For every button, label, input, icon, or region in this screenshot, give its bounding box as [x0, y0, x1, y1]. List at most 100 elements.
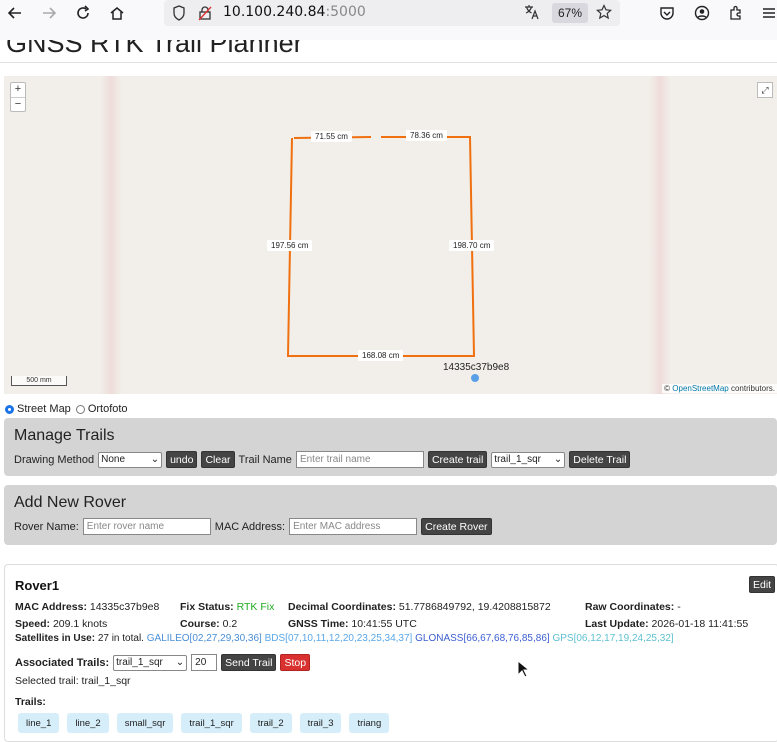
field-label: Speed:: [15, 618, 51, 630]
trail-polygon[interactable]: [4, 76, 777, 394]
chevron-down-icon: ⌄: [553, 454, 563, 465]
zoom-out-button[interactable]: −: [11, 98, 25, 112]
stop-button[interactable]: Stop: [280, 654, 311, 671]
speed-field: Speed: 209.1 knots: [15, 618, 107, 630]
trail-chip[interactable]: line_2: [67, 713, 109, 733]
galileo-satellites: GALILEO[02,27,29,30,36]: [146, 633, 262, 644]
translate-icon[interactable]: [524, 4, 540, 25]
edge-length-label: 197.56 cm: [267, 240, 313, 251]
edge-length-label: 71.55 cm: [311, 131, 352, 142]
trails-label-text: Trails:: [15, 696, 46, 708]
page-title-area: GNSS RTK Trail Planner: [0, 40, 777, 62]
mac-address-input[interactable]: Enter MAC address: [289, 518, 418, 535]
reload-icon[interactable]: [72, 2, 94, 24]
zoom-level-badge[interactable]: 67%: [552, 3, 589, 23]
mac-address-value: 14335c37b9e8: [89, 601, 160, 613]
forward-icon[interactable]: [38, 2, 60, 24]
ortofoto-label[interactable]: Ortofoto: [88, 403, 128, 415]
page-title: GNSS RTK Trail Planner: [6, 40, 303, 58]
chevron-down-icon: ⌄: [150, 454, 160, 465]
extensions-icon[interactable]: [725, 2, 747, 24]
rover-name-input[interactable]: Enter rover name: [82, 518, 211, 535]
last-update-field: Last Update: 2026-01-18 11:41:55: [585, 618, 748, 630]
menu-icon[interactable]: [758, 2, 777, 24]
map[interactable]: 71.55 cm 78.36 cm 197.56 cm 198.70 cm 16…: [4, 76, 777, 394]
fullscreen-button[interactable]: ⤢: [757, 82, 773, 98]
send-trail-button[interactable]: Send Trail: [221, 654, 277, 671]
trail-chip[interactable]: line_1: [18, 713, 60, 733]
ortofoto-radio[interactable]: [75, 404, 85, 414]
account-icon[interactable]: [691, 2, 713, 24]
rover-name: Rover1: [15, 578, 60, 593]
gps-satellites: GPS[06,12,17,19,24,25,32]: [552, 633, 674, 644]
pocket-icon[interactable]: [656, 2, 678, 24]
edge-length-label: 198.70 cm: [449, 240, 495, 251]
speed-value: 209.1 knots: [52, 618, 108, 630]
fix-status-value: RTK Fix: [236, 601, 275, 613]
field-label: Decimal Coordinates:: [288, 601, 396, 613]
last-update-value: 2026-01-18 11:41:55: [651, 618, 749, 630]
edge-length-label: 78.36 cm: [406, 130, 447, 141]
undo-button[interactable]: undo: [166, 451, 198, 468]
trail-chip[interactable]: small_sqr: [116, 713, 174, 733]
url-text[interactable]: 10.100.240.84:5000: [223, 4, 366, 20]
trail-chip[interactable]: triang: [349, 713, 390, 733]
shield-icon[interactable]: [172, 5, 186, 26]
manage-trails-panel: Manage Trails Drawing Method None ⌄ undo …: [4, 418, 777, 476]
create-trail-button[interactable]: Create trail: [427, 451, 488, 468]
trail-chip[interactable]: trail_1_sqr: [181, 713, 242, 733]
map-scale-bar: 500 mm: [11, 376, 67, 386]
url-port: :5000: [325, 4, 366, 20]
street-map-radio[interactable]: [5, 404, 14, 414]
clear-button[interactable]: Clear: [201, 451, 235, 468]
rover-marker[interactable]: [471, 374, 479, 382]
trail-name-input[interactable]: Enter trail name: [295, 451, 424, 468]
zoom-in-button[interactable]: +: [11, 83, 25, 98]
map-zoom-control: + −: [10, 82, 26, 112]
mac-address-field: MAC Address: 14335c37b9e8: [15, 601, 159, 613]
street-map-label[interactable]: Street Map: [17, 403, 71, 415]
edge-length-label: 168.08 cm: [358, 350, 404, 361]
drawing-method-value: None: [101, 454, 125, 465]
associated-trail-select[interactable]: trail_1_sqr ⌄: [113, 654, 188, 671]
rover-marker-label: 14335c37b9e8: [443, 362, 510, 373]
selected-trail-text: Selected trail: trail_1_sqr: [15, 675, 131, 687]
field-label: Satellites in Use:: [15, 633, 96, 644]
address-bar[interactable]: 10.100.240.84:5000 67%: [164, 0, 620, 26]
add-rover-row: Rover Name: Enter rover name MAC Address…: [14, 518, 492, 535]
mouse-cursor-icon: [517, 660, 529, 678]
field-label: Fix Status:: [180, 601, 234, 613]
trail-chip[interactable]: trail_3: [299, 713, 342, 733]
rover-name-label: Rover Name:: [14, 520, 79, 533]
trails-label: Trails:: [15, 696, 46, 708]
gnss-time-field: GNSS Time: 10:41:55 UTC: [288, 618, 417, 630]
url-host: 10.100.240.84: [223, 4, 326, 20]
home-icon[interactable]: [106, 2, 128, 24]
satellites-total: 27 in total.: [97, 633, 144, 644]
add-rover-heading: Add New Rover: [14, 494, 127, 511]
delete-trail-button[interactable]: Delete Trail: [569, 451, 631, 468]
insecure-lock-icon[interactable]: [198, 5, 212, 26]
satellites-field: Satellites in Use: 27 in total. GALILEO[…: [15, 633, 674, 644]
create-rover-button[interactable]: Create Rover: [421, 518, 492, 535]
chevron-down-icon: ⌄: [175, 657, 185, 668]
bookmark-star-icon[interactable]: [596, 4, 612, 25]
layer-switcher: Street Map Ortofoto: [5, 403, 128, 415]
attribution-link[interactable]: OpenStreetMap: [672, 384, 728, 393]
field-label: MAC Address:: [15, 601, 87, 613]
decimal-coordinates-field: Decimal Coordinates: 51.7786849792, 19.4…: [288, 601, 551, 613]
bds-satellites: BDS[07,10,11,12,20,23,25,34,37]: [264, 633, 413, 644]
attribution-suffix: contributors.: [728, 384, 775, 393]
associated-trail-value: trail_1_sqr: [116, 657, 163, 668]
edit-rover-button[interactable]: Edit: [749, 576, 776, 593]
drawing-method-select[interactable]: None ⌄: [98, 451, 163, 468]
trail-chip[interactable]: trail_2: [249, 713, 292, 733]
trail-select[interactable]: trail_1_sqr ⌄: [491, 451, 566, 468]
rover-card: Rover1 Edit MAC Address: 14335c37b9e8 Fi…: [4, 564, 777, 742]
field-label: Raw Coordinates:: [585, 601, 675, 613]
back-icon[interactable]: [4, 2, 26, 24]
raw-coordinates-field: Raw Coordinates: -: [585, 601, 681, 613]
repeat-count-input[interactable]: 20: [191, 654, 218, 671]
trail-select-value: trail_1_sqr: [494, 454, 541, 465]
manage-trails-heading: Manage Trails: [14, 427, 115, 444]
